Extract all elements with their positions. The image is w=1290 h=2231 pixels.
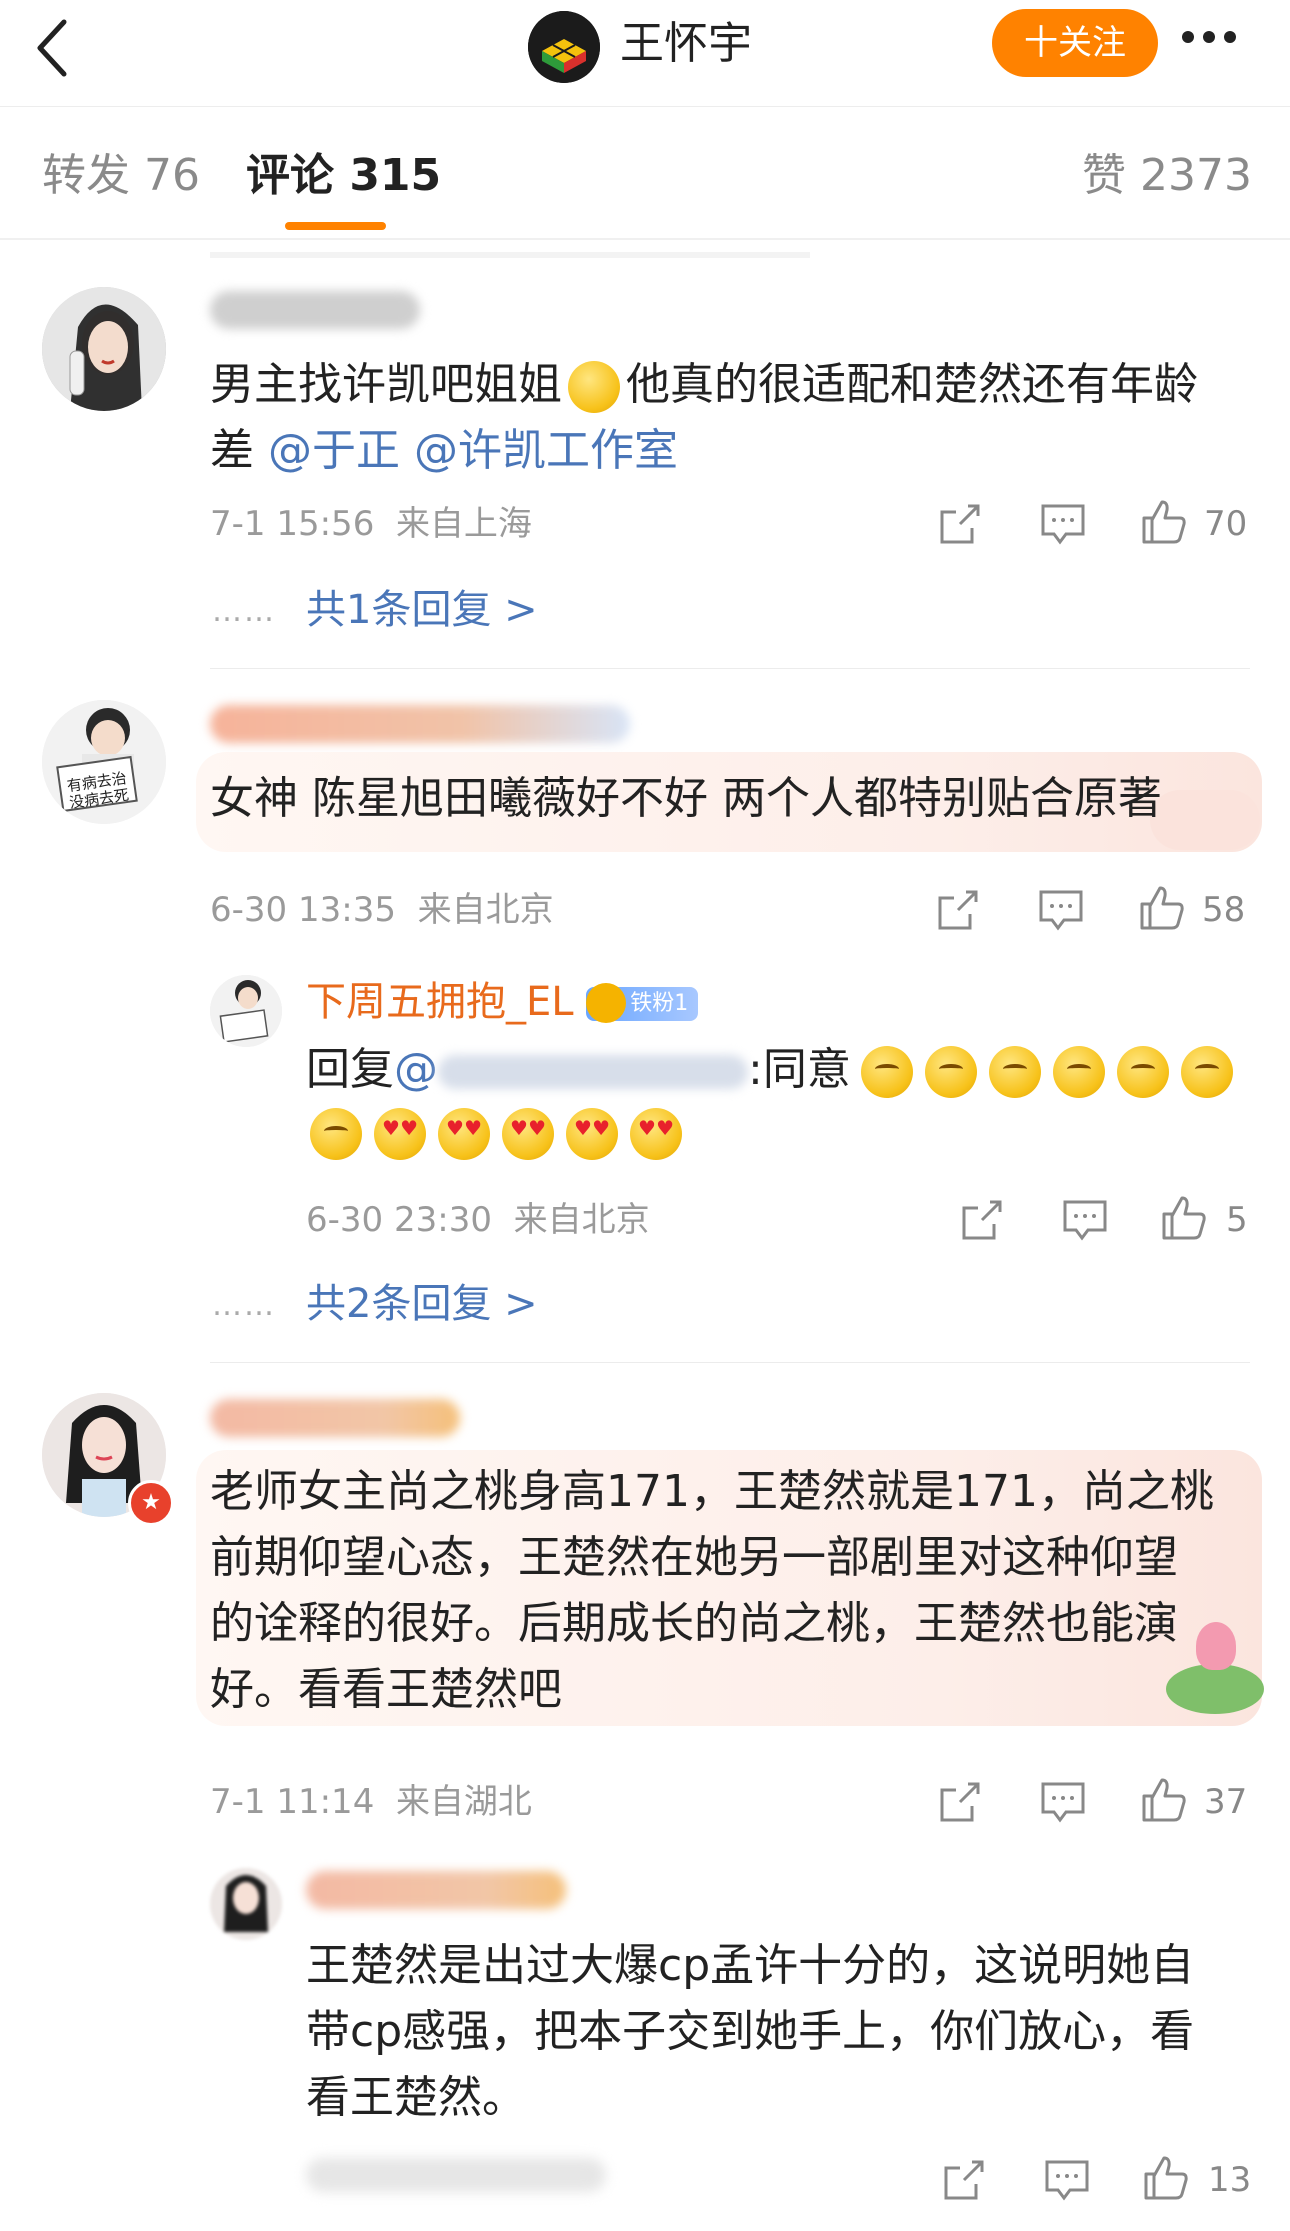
heart-eyes-emoji-icon [502, 1108, 554, 1160]
mention-blurred [438, 1055, 748, 1089]
reply-text-line: 王楚然是出过大爆cp孟许十分的，这说明她自 [306, 1940, 1195, 1991]
username-blurred[interactable] [210, 705, 630, 743]
heart-eyes-emoji-icon [374, 1108, 426, 1160]
list-top-fade [210, 252, 810, 258]
lotus-leaf-decoration [1166, 1664, 1264, 1714]
like-count: 13 [1208, 2160, 1252, 2200]
comment-icon[interactable] [1040, 502, 1086, 546]
username-blurred[interactable] [210, 1399, 460, 1437]
thread-divider [210, 1362, 1250, 1363]
profile-avatar[interactable] [528, 11, 600, 83]
like-count: 70 [1204, 504, 1248, 544]
thinking-emoji-icon [310, 1108, 362, 1160]
comment-meta: 7-1 11:14 来自湖北 [210, 1782, 532, 1822]
reply-meta-blurred [306, 2158, 606, 2192]
emoji-row-1 [860, 1044, 1245, 1098]
comment-text-line: 老师女主尚之桃身高171，王楚然就是171，尚之桃 [210, 1466, 1214, 1517]
crown-icon [586, 983, 627, 1023]
avatar[interactable] [42, 287, 166, 411]
reply-text-line: 带cp感强，把本子交到她手上，你们放心，看 [306, 2006, 1195, 2057]
avatar[interactable]: 有病去治 没病去死 [42, 700, 166, 824]
fan-badge: 铁粉1 [586, 983, 699, 1023]
reply-dots: …… [212, 594, 276, 629]
like-count: 37 [1204, 1782, 1248, 1822]
comment-text-line: 前期仰望心态，王楚然在她另一部剧里对这种仰望 [210, 1532, 1178, 1583]
tabs-divider [0, 238, 1290, 240]
mention-link[interactable]: @于正 [268, 425, 400, 476]
thinking-emoji-icon [988, 1046, 1041, 1098]
share-icon[interactable] [938, 502, 982, 546]
comment-meta: 6-30 13:35 来自北京 [210, 890, 554, 930]
reply-dots: …… [212, 1288, 276, 1323]
like-icon[interactable] [1138, 884, 1186, 932]
like-icon[interactable] [1160, 1194, 1208, 1242]
reply-avatar[interactable] [210, 1868, 282, 1940]
cat-decoration [1150, 790, 1260, 850]
more-options-icon[interactable] [1182, 28, 1262, 52]
follow-button[interactable]: 十关注 [992, 9, 1158, 77]
comment-text-line: 好。看看王楚然吧 [210, 1664, 562, 1715]
like-icon[interactable] [1140, 1776, 1188, 1824]
tab-reposts[interactable]: 转发 76 [42, 148, 200, 204]
comment-icon[interactable] [1040, 1780, 1086, 1824]
share-icon[interactable] [936, 888, 980, 932]
thinking-emoji-icon [860, 1046, 913, 1098]
comment-text-line: 的诠释的很好。后期成长的尚之桃，王楚然也能演 [210, 1598, 1178, 1649]
view-replies-link[interactable]: 共1条回复 > [306, 584, 538, 636]
view-replies-link[interactable]: 共2条回复 > [306, 1278, 538, 1330]
like-icon[interactable] [1142, 2154, 1190, 2202]
thinking-emoji-icon [1116, 1046, 1169, 1098]
reply-username-blurred[interactable] [306, 1871, 566, 1909]
tab-likes[interactable]: 赞 2373 [1082, 148, 1252, 204]
comment-text-line2: 差 @于正 @许凯工作室 [210, 425, 678, 476]
comment-meta: 7-1 15:56 来自上海 [210, 504, 532, 544]
emoji-row-2 [310, 1108, 694, 1160]
reply-mention[interactable]: @ [394, 1044, 438, 1095]
reply-username[interactable]: 下周五拥抱_EL 铁粉1 [306, 976, 699, 1028]
like-count: 58 [1202, 890, 1246, 930]
thinking-emoji-icon [1180, 1046, 1233, 1098]
comment-icon[interactable] [1038, 888, 1084, 932]
share-icon[interactable] [942, 2158, 986, 2202]
tab-comments[interactable]: 评论 315 [246, 148, 441, 204]
comment-icon[interactable] [1062, 1198, 1108, 1242]
like-count: 5 [1226, 1200, 1248, 1240]
comment-text: 女神 陈星旭田曦薇好不好 两个人都特别贴合原著 [210, 773, 1162, 824]
reply-meta: 6-30 23:30 来自北京 [306, 1200, 650, 1240]
thinking-emoji-icon [1052, 1046, 1105, 1098]
lotus-flower-decoration [1196, 1622, 1236, 1670]
username-blurred[interactable] [210, 291, 420, 329]
profile-name[interactable]: 王怀宇 [620, 14, 752, 74]
heart-eyes-emoji-icon [630, 1108, 682, 1160]
reply-text: 回复@:同意 [306, 1037, 1245, 1103]
comment-text: 男主找许凯吧姐姐 他真的很适配和楚然还有年龄 [210, 352, 1198, 418]
thread-divider [210, 668, 1250, 669]
thinking-emoji-icon [924, 1046, 977, 1098]
verified-badge-icon: ★ [128, 1480, 174, 1526]
back-arrow-icon[interactable] [32, 18, 72, 78]
heart-eyes-emoji-icon [566, 1108, 618, 1160]
crying-emoji-icon [568, 361, 620, 413]
reply-avatar[interactable] [210, 975, 282, 1047]
heart-eyes-emoji-icon [438, 1108, 490, 1160]
share-icon[interactable] [938, 1780, 982, 1824]
mention-link[interactable]: @许凯工作室 [414, 425, 678, 476]
share-icon[interactable] [960, 1198, 1004, 1242]
reply-text-line: 看王楚然。 [306, 2072, 526, 2123]
comment-icon[interactable] [1044, 2158, 1090, 2202]
like-icon[interactable] [1140, 498, 1188, 546]
active-tab-indicator [285, 222, 386, 230]
